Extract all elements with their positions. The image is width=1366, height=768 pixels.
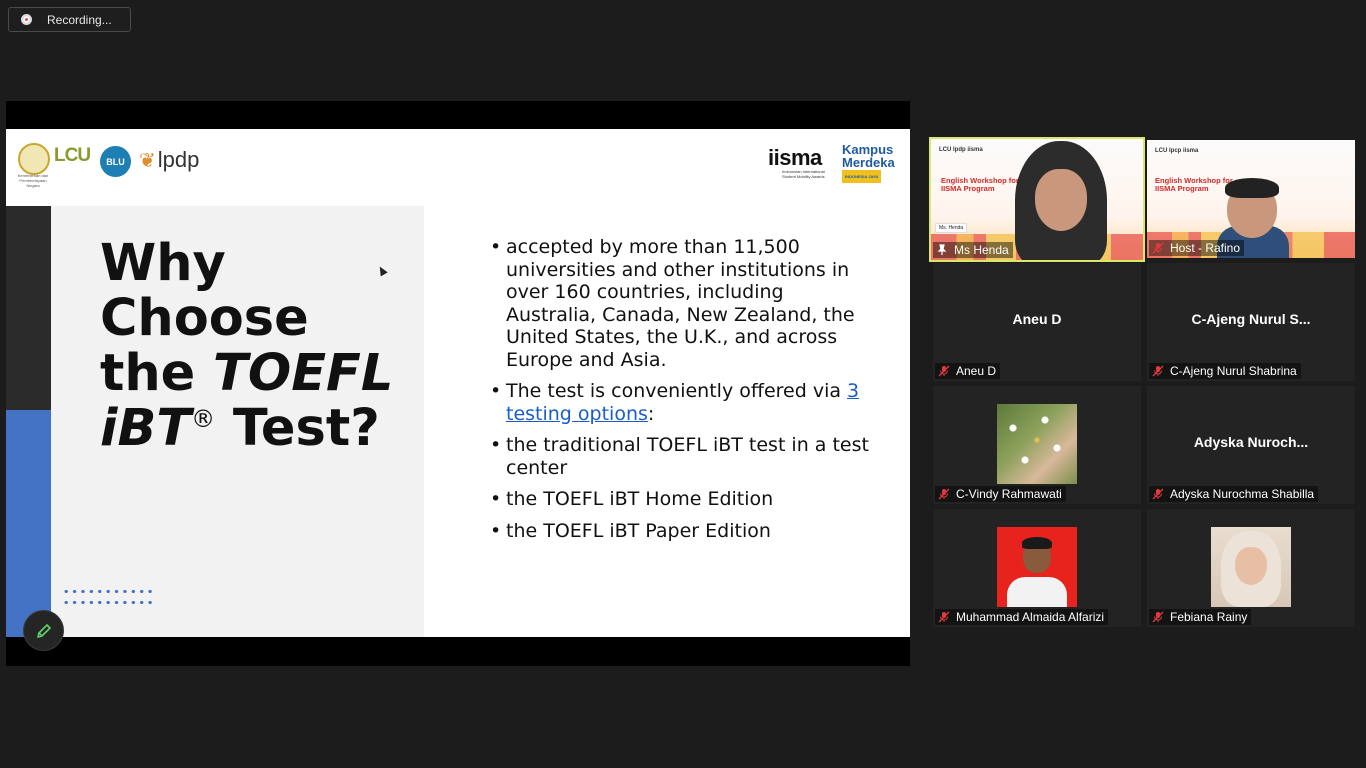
slide-accent-dark xyxy=(6,206,51,410)
slide-title: Why Choose the TOEFL iBT® Test? xyxy=(100,236,400,456)
lpdp-text: lpdp xyxy=(157,147,200,172)
profile-picture xyxy=(997,527,1077,607)
profile-picture xyxy=(997,404,1077,484)
slide-accent-blue xyxy=(6,410,51,637)
recording-indicator[interactable]: Recording... xyxy=(8,7,131,32)
title-line-4a: iBT xyxy=(100,399,192,458)
bullet-item: accepted by more than 11,500 universitie… xyxy=(490,236,870,371)
participant-tile-muhammad[interactable]: Muhammad Almaida Alfarizi xyxy=(933,509,1141,627)
participant-tile-host-rafino[interactable]: LCU lpcp iisma English Workshop for IISM… xyxy=(1147,140,1355,258)
record-icon xyxy=(21,14,32,25)
participant-name: Muhammad Almaida Alfarizi xyxy=(956,610,1105,624)
avatar-body xyxy=(1007,577,1067,607)
iisma-logo: iisma xyxy=(768,145,822,170)
avatar-face xyxy=(1235,547,1267,585)
lcu-logo: LCU xyxy=(54,145,91,166)
title-line-1: Why xyxy=(100,234,226,293)
mic-muted-icon xyxy=(938,365,950,377)
video-heading: English Workshop for IISMA Program xyxy=(941,176,1019,193)
person-hair xyxy=(1225,178,1279,198)
participant-label: Ms Henda xyxy=(933,242,1013,258)
title-line-4b: Test? xyxy=(215,399,380,458)
title-line-3a: the xyxy=(100,344,214,403)
bullet-item: the TOEFL iBT Home Edition xyxy=(490,488,870,511)
avatar-hair xyxy=(1022,537,1052,549)
participant-display-name: Adyska Nuroch... xyxy=(1193,434,1309,450)
mic-muted-icon xyxy=(1152,611,1164,623)
recording-label: Recording... xyxy=(47,12,112,27)
participant-display-name: Aneu D xyxy=(1012,311,1062,327)
participant-name: Host - Rafino xyxy=(1170,241,1241,255)
merdeka-text: Merdeka xyxy=(842,155,895,170)
slide-bullet-list: accepted by more than 11,500 universitie… xyxy=(490,236,870,551)
iisma-caption: Indonesian International Student Mobilit… xyxy=(782,169,825,179)
participant-label: C-Ajeng Nurul Shabrina xyxy=(1149,363,1301,379)
blu-logo: BLU xyxy=(100,146,131,177)
participant-name: Aneu D xyxy=(956,364,997,378)
title-line-3b: TOEFL xyxy=(213,344,394,403)
profile-picture xyxy=(1211,527,1291,607)
mic-muted-icon xyxy=(938,611,950,623)
participant-label: Host - Rafino xyxy=(1149,240,1245,256)
bullet-text: : xyxy=(647,402,655,425)
annotate-button[interactable] xyxy=(23,610,64,651)
participant-name: Febiana Rainy xyxy=(1170,610,1248,624)
mic-muted-icon xyxy=(1152,242,1164,254)
mic-muted-icon xyxy=(1152,365,1164,377)
bullet-item: the traditional TOEFL iBT test in a test… xyxy=(490,434,870,479)
video-logos: LCU lpdp iisma xyxy=(939,147,983,153)
participant-label: Adyska Nurochma Shabilla xyxy=(1149,486,1319,502)
indonesia-jaya-text: INDONESIA JAYA xyxy=(842,170,882,183)
seal-caption: Kementerian dan Pemberdayaan Negara xyxy=(17,173,49,188)
kampus-merdeka-logo: Kampus Merdeka INDONESIA JAYA xyxy=(842,143,895,183)
participant-display-name: C-Ajeng Nurul S... xyxy=(1191,311,1311,327)
video-logos: LCU lpcp iisma xyxy=(1155,148,1199,154)
participant-label: Muhammad Almaida Alfarizi xyxy=(935,609,1109,625)
participant-label: Aneu D xyxy=(935,363,1001,379)
pencil-icon xyxy=(36,623,51,638)
mic-muted-icon xyxy=(938,488,950,500)
participant-name: C-Ajeng Nurul Shabrina xyxy=(1170,364,1297,378)
participant-tile-febiana[interactable]: Febiana Rainy xyxy=(1147,509,1355,627)
slide-header: Kementerian dan Pemberdayaan Negara LCU … xyxy=(6,129,910,206)
ministry-seal-logo xyxy=(18,143,50,175)
presentation-slide: Kementerian dan Pemberdayaan Negara LCU … xyxy=(6,129,910,637)
participant-tile-c-vindy[interactable]: C-Vindy Rahmawati xyxy=(933,386,1141,504)
participant-name: Adyska Nurochma Shabilla xyxy=(1170,487,1315,501)
title-line-2: Choose xyxy=(100,289,309,348)
participant-tile-ms-henda[interactable]: LCU lpdp iisma English Workshop for IISM… xyxy=(929,137,1145,262)
lpdp-logo: ❦ lpdp xyxy=(139,147,199,173)
lpdp-flame-icon: ❦ xyxy=(139,149,156,172)
participant-tile-adyska[interactable]: Adyska Nuroch... Adyska Nurochma Shabill… xyxy=(1147,386,1355,504)
person-face xyxy=(1035,169,1087,231)
pin-icon xyxy=(937,244,947,255)
bullet-item: The test is conveniently offered via 3 t… xyxy=(490,380,870,425)
participant-tile-aneu-d[interactable]: Aneu D Aneu D xyxy=(933,263,1141,381)
video-nametag: Ms. Henda xyxy=(935,223,968,233)
participant-tile-c-ajeng[interactable]: C-Ajeng Nurul S... C-Ajeng Nurul Shabrin… xyxy=(1147,263,1355,381)
bullet-item: the TOEFL iBT Paper Edition xyxy=(490,520,870,543)
video-heading: English Workshop for IISMA Program xyxy=(1155,176,1233,193)
participant-name: C-Vindy Rahmawati xyxy=(956,487,1062,501)
decorative-dots xyxy=(62,586,154,606)
bullet-text: The test is conveniently offered via xyxy=(506,380,848,402)
shared-screen: Kementerian dan Pemberdayaan Negara LCU … xyxy=(6,101,910,666)
participant-name: Ms Henda xyxy=(954,243,1009,257)
registered-mark: ® xyxy=(191,405,216,433)
participant-label: C-Vindy Rahmawati xyxy=(935,486,1066,502)
participant-label: Febiana Rainy xyxy=(1149,609,1252,625)
mic-muted-icon xyxy=(1152,488,1164,500)
